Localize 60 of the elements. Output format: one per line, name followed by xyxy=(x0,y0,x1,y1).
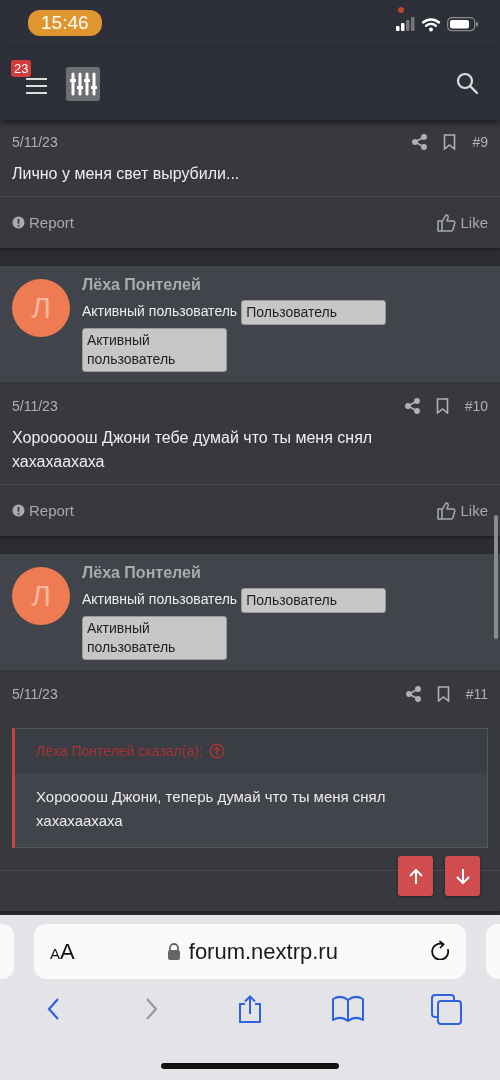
user-title: Активный пользователь xyxy=(82,302,238,321)
post-message: Хорооооош Джони тебе думай что ты меня снял хахахаахаха xyxy=(0,422,500,485)
exclamation-circle-icon xyxy=(12,504,25,517)
address-bar[interactable]: AA forum.nextrp.ru xyxy=(34,924,466,979)
user-name[interactable]: Лёха Понтелей xyxy=(82,276,402,294)
search-button[interactable] xyxy=(456,71,478,97)
like-button[interactable]: Like xyxy=(437,501,488,520)
post-number[interactable]: #9 xyxy=(472,134,488,150)
post-date[interactable]: 5/11/23 xyxy=(12,134,58,150)
user-name[interactable]: Лёха Понтелей xyxy=(82,564,402,582)
like-button[interactable]: Like xyxy=(437,213,488,232)
reload-button[interactable] xyxy=(430,940,450,963)
share-icon xyxy=(404,398,420,414)
recording-indicator-icon xyxy=(398,7,404,13)
search-icon xyxy=(456,71,478,94)
post-date[interactable]: 5/11/23 xyxy=(12,398,58,414)
book-icon xyxy=(332,995,365,1023)
status-time: 15:46 xyxy=(28,10,102,36)
share-icon xyxy=(405,686,421,702)
wifi-icon xyxy=(421,16,441,32)
lock-icon xyxy=(166,943,181,960)
arrow-up-icon xyxy=(407,867,424,885)
quote-text: Хороооош Джони, теперь думай что ты меня снял хахахаахаха xyxy=(36,788,386,829)
report-button[interactable]: Report xyxy=(12,214,75,231)
user-banner: Активный пользователь xyxy=(82,616,227,660)
share-icon xyxy=(412,134,428,150)
bookmark-icon xyxy=(436,686,450,702)
share-icon xyxy=(236,994,263,1024)
post-number[interactable]: #10 xyxy=(464,398,488,414)
tabs-icon xyxy=(431,993,463,1025)
scrollbar[interactable] xyxy=(494,515,498,639)
scroll-up-button[interactable] xyxy=(398,856,433,896)
menu-icon xyxy=(24,77,48,95)
post-date[interactable]: 5/11/23 xyxy=(12,686,58,702)
style-chooser-button[interactable] xyxy=(66,67,100,101)
thumbs-up-icon xyxy=(437,213,457,232)
user-banner: Пользователь xyxy=(241,588,387,613)
notification-badge: 23 xyxy=(11,60,32,77)
post-number[interactable]: #11 xyxy=(465,686,488,702)
user-banner: Пользователь xyxy=(241,300,387,325)
battery-icon xyxy=(447,16,478,32)
post-message: Лично у меня свет вырубили... xyxy=(0,158,500,197)
bookmark-icon xyxy=(443,134,457,150)
chevron-left-icon xyxy=(45,997,61,1021)
sliders-icon xyxy=(69,71,97,97)
thumbs-up-icon xyxy=(437,501,457,520)
signal-icon xyxy=(396,17,415,31)
arrow-down-icon xyxy=(454,867,471,885)
user-banner: Активный пользователь xyxy=(82,328,227,372)
arrow-up-circle-icon xyxy=(208,743,225,759)
chevron-right-icon xyxy=(144,997,160,1021)
scroll-down-button[interactable] xyxy=(445,856,480,896)
menu-button[interactable] xyxy=(24,77,48,97)
reload-icon xyxy=(430,940,450,960)
user-title: Активный пользователь xyxy=(82,590,238,609)
exclamation-circle-icon xyxy=(12,216,25,229)
bookmark-icon xyxy=(435,398,449,414)
report-button[interactable]: Report xyxy=(12,502,75,519)
url-text[interactable]: forum.nextrp.ru xyxy=(188,938,338,965)
text-size-button[interactable]: AA xyxy=(50,938,75,965)
